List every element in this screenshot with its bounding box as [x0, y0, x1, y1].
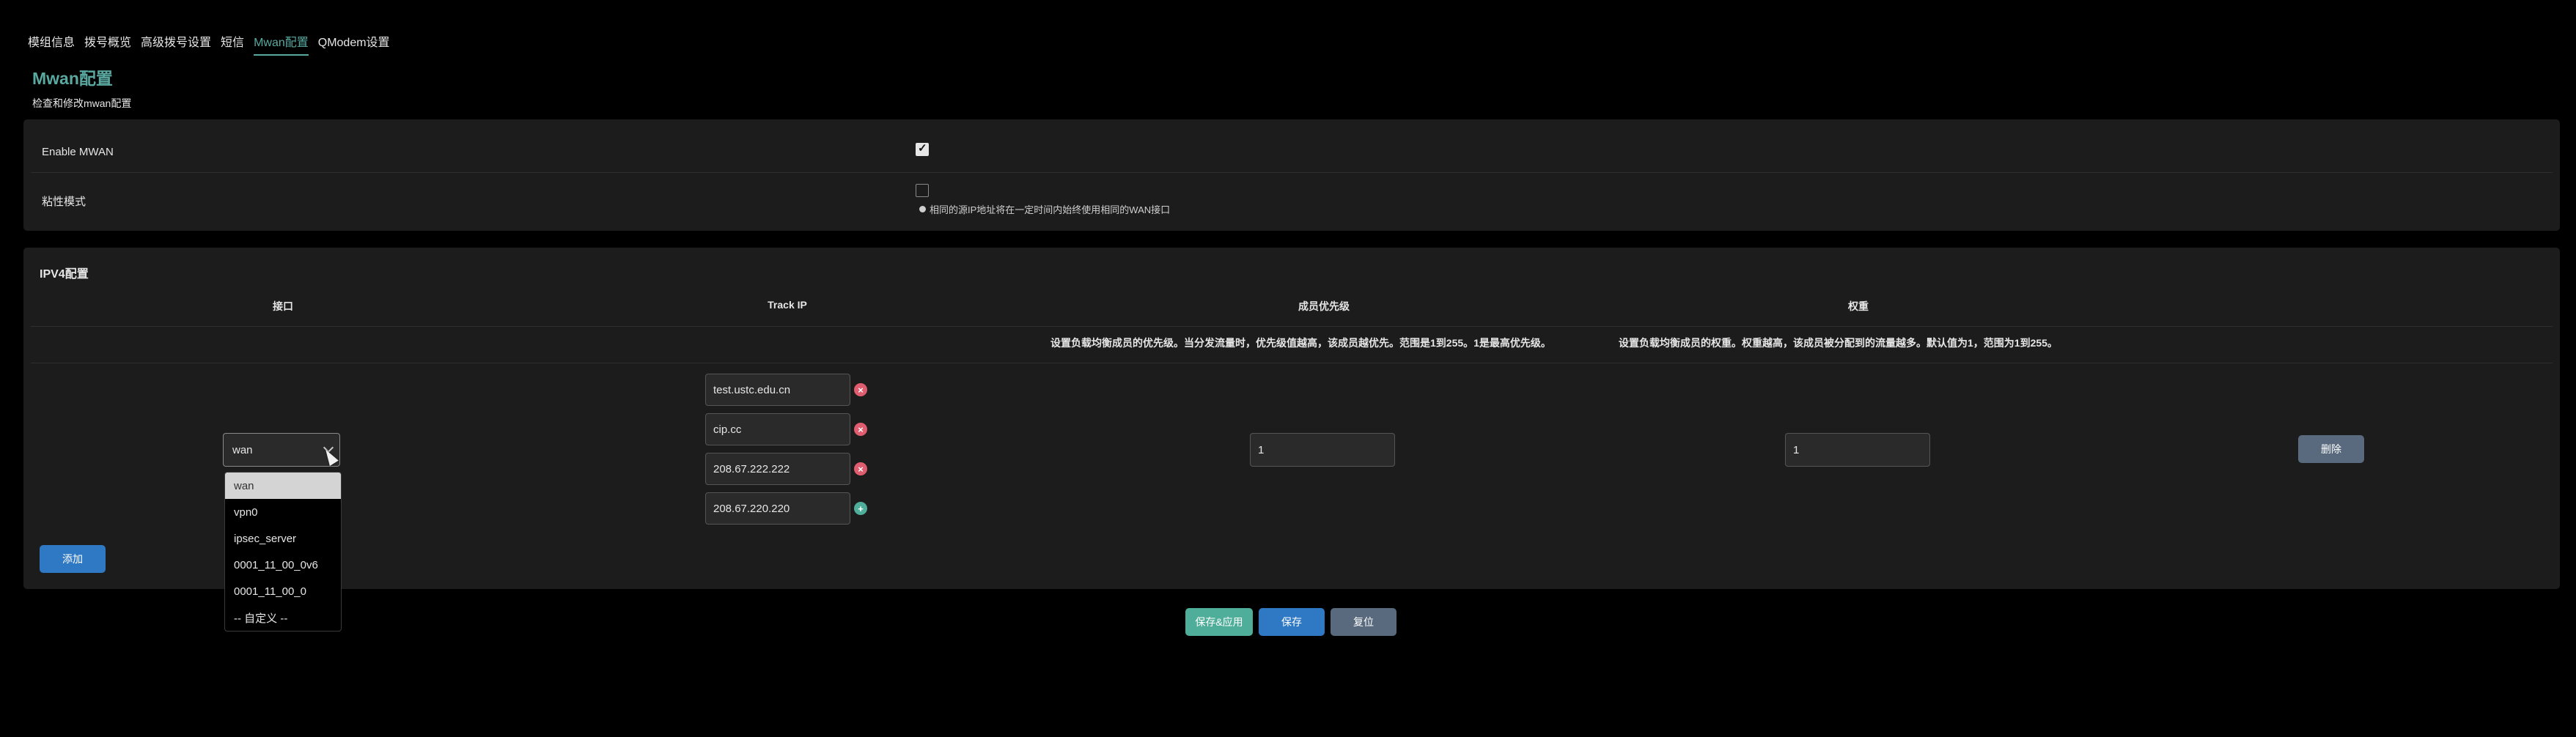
header-track-ip: Track IP — [768, 299, 807, 311]
interface-dropdown: wan vpn0 ipsec_server 0001_11_00_0v6 000… — [224, 472, 342, 632]
tab-bar: 模组信息 拨号概览 高级拨号设置 短信 Mwan配置 QModem设置 — [28, 29, 400, 56]
remove-track-ip-icon[interactable]: × — [854, 383, 867, 396]
enable-mwan-label: Enable MWAN — [42, 146, 114, 158]
interface-select[interactable]: wan — [223, 433, 340, 467]
weight-description: 设置负载均衡成员的权重。权重越高，该成员被分配到的流量越多。默认值为1，范围为1… — [1619, 337, 2058, 349]
ipv4-panel: IPV4配置 接口 Track IP 成员优先级 权重 设置负载均衡成员的优先级… — [23, 248, 2560, 589]
divider — [31, 326, 2553, 327]
header-interface: 接口 — [273, 300, 293, 312]
info-icon — [919, 206, 926, 212]
dropdown-option-ipsec-server[interactable]: ipsec_server — [225, 525, 341, 552]
track-ip-value: 208.67.220.220 — [713, 502, 790, 515]
save-apply-button[interactable]: 保存&应用 — [1185, 608, 1253, 636]
add-button[interactable]: 添加 — [40, 545, 106, 573]
sticky-mode-label: 粘性模式 — [42, 196, 87, 208]
page-description: 检查和修改mwan配置 — [32, 97, 132, 109]
page-title: Mwan配置 — [32, 69, 113, 88]
dropdown-option-0001-11-00-0[interactable]: 0001_11_00_0 — [225, 578, 341, 604]
track-ip-value: 208.67.222.222 — [713, 462, 790, 475]
priority-description: 设置负载均衡成员的优先级。当分发流量时，优先级值越高，该成员越优先。范围是1到2… — [1050, 337, 1551, 349]
interface-select-value: wan — [232, 443, 253, 456]
remove-track-ip-icon[interactable]: × — [854, 423, 867, 436]
save-button[interactable]: 保存 — [1259, 608, 1325, 636]
header-weight: 权重 — [1848, 300, 1869, 312]
tab-module-info[interactable]: 模组信息 — [28, 29, 75, 56]
general-settings-panel: Enable MWAN 粘性模式 相同的源IP地址将在一定时间内始终使用相同的W… — [23, 119, 2560, 231]
remove-track-ip-icon[interactable]: × — [854, 462, 867, 475]
tab-advanced-dial[interactable]: 高级拨号设置 — [141, 29, 211, 56]
weight-value: 1 — [1793, 443, 1800, 456]
header-priority: 成员优先级 — [1298, 300, 1350, 312]
track-ip-input-4[interactable]: 208.67.220.220 — [705, 492, 850, 525]
track-ip-value: cip.cc — [713, 423, 742, 436]
dropdown-option-0001-11-00-0v6[interactable]: 0001_11_00_0v6 — [225, 552, 341, 578]
track-ip-input-2[interactable]: cip.cc — [705, 413, 850, 445]
priority-value: 1 — [1258, 443, 1265, 456]
priority-input[interactable]: 1 — [1250, 433, 1395, 467]
add-track-ip-icon[interactable]: + — [854, 502, 867, 515]
sticky-mode-checkbox[interactable] — [916, 184, 929, 197]
delete-button[interactable]: 删除 — [2298, 435, 2364, 463]
tab-qmodem[interactable]: QModem设置 — [318, 29, 390, 56]
sticky-hint-text: 相同的源IP地址将在一定时间内始终使用相同的WAN接口 — [930, 204, 1171, 215]
dropdown-option-wan[interactable]: wan — [225, 473, 341, 499]
enable-mwan-checkbox[interactable] — [916, 141, 929, 156]
dropdown-option-vpn0[interactable]: vpn0 — [225, 499, 341, 525]
dropdown-option-custom[interactable]: -- 自定义 -- — [225, 604, 341, 631]
tab-mwan[interactable]: Mwan配置 — [254, 29, 309, 56]
track-ip-input-3[interactable]: 208.67.222.222 — [705, 453, 850, 485]
ipv4-section-title: IPV4配置 — [40, 268, 89, 281]
reset-button[interactable]: 复位 — [1331, 608, 1396, 636]
weight-input[interactable]: 1 — [1785, 433, 1930, 467]
divider — [31, 172, 2553, 173]
tab-dial-overview[interactable]: 拨号概览 — [84, 29, 131, 56]
tab-sms[interactable]: 短信 — [221, 29, 244, 56]
track-ip-value: test.ustc.edu.cn — [713, 383, 791, 396]
track-ip-input-1[interactable]: test.ustc.edu.cn — [705, 374, 850, 406]
sticky-mode-hint: 相同的源IP地址将在一定时间内始终使用相同的WAN接口 — [919, 202, 1170, 216]
